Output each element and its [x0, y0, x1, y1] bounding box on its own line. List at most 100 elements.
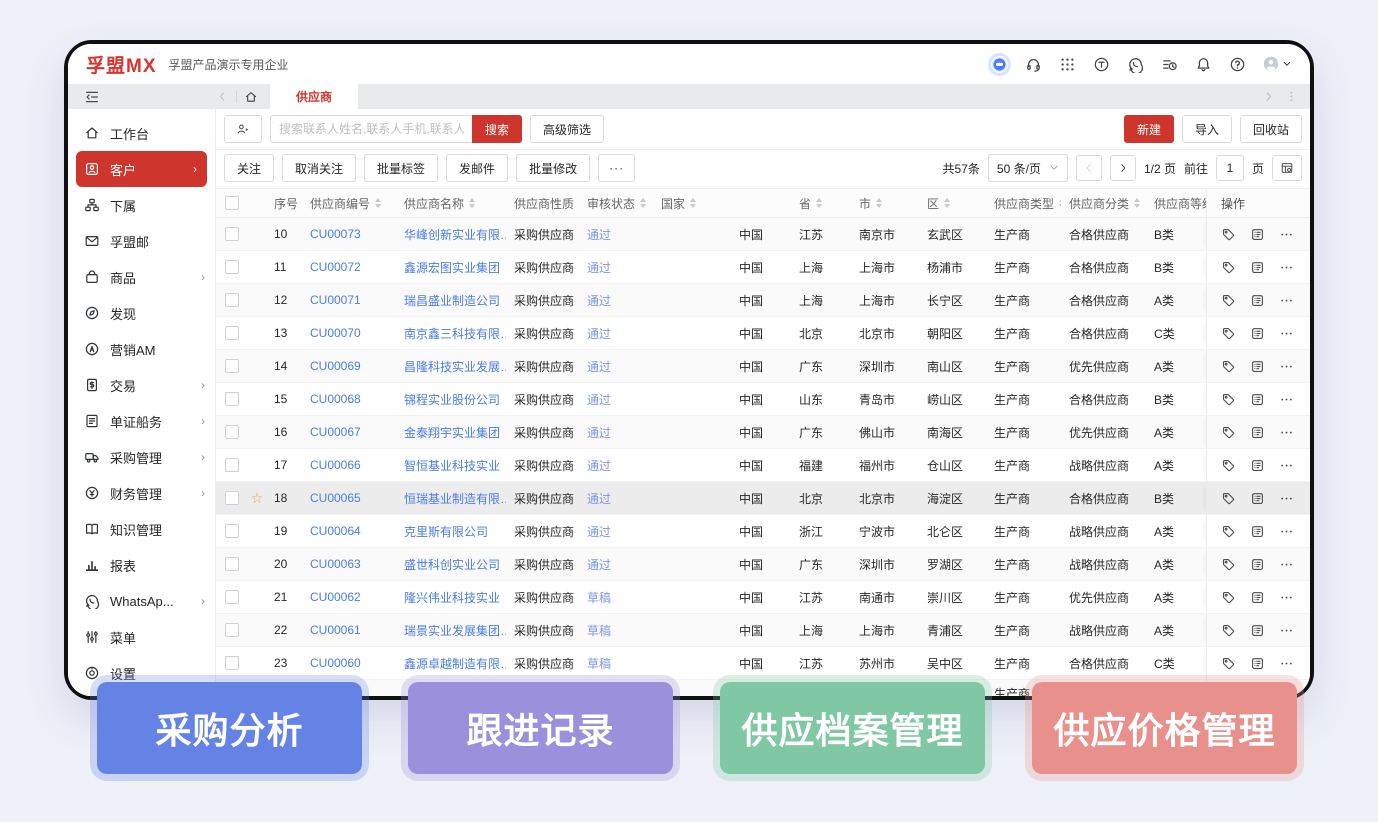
- sidebar-item-单证船务[interactable]: 单证船务›: [68, 403, 215, 439]
- cell-name[interactable]: 智恒基业科技实业: [396, 449, 506, 481]
- next-page-button[interactable]: [1110, 155, 1136, 181]
- column-header-供应商类型[interactable]: 供应商类型: [986, 189, 1061, 217]
- sidebar-item-工作台[interactable]: 工作台: [68, 115, 215, 151]
- table-row[interactable]: 13CU00070南京鑫三科技有限…采购供应商通过中国北京北京市朝阳区生产商合格…: [216, 317, 1310, 350]
- goto-page-input[interactable]: [1216, 155, 1244, 181]
- followup-note-icon[interactable]: [1250, 392, 1265, 407]
- table-row[interactable]: 15CU00068锦程实业股份公司采购供应商通过中国山东青岛市崂山区生产商合格供…: [216, 383, 1310, 416]
- cell-code[interactable]: CU00067: [302, 416, 396, 448]
- recycle-bin-button[interactable]: 回收站: [1240, 115, 1302, 143]
- cell-name[interactable]: 盛世科创实业公司: [396, 548, 506, 580]
- cell-code[interactable]: CU00062: [302, 581, 396, 613]
- cell-name[interactable]: 鑫源宏图实业集团: [396, 251, 506, 283]
- cell-name[interactable]: 瑞景实业发展集团…: [396, 614, 506, 646]
- prev-page-button[interactable]: [1076, 155, 1102, 181]
- cell-name[interactable]: 锦程实业股份公司: [396, 383, 506, 415]
- tag-icon[interactable]: [1221, 491, 1236, 506]
- row-more-icon[interactable]: [1279, 557, 1294, 572]
- cell-name[interactable]: 克里斯有限公司: [396, 515, 506, 547]
- tag-icon[interactable]: [1221, 359, 1236, 374]
- row-checkbox[interactable]: [225, 656, 239, 670]
- bulk-action-批量修改[interactable]: 批量修改: [516, 154, 590, 182]
- followup-note-icon[interactable]: [1250, 524, 1265, 539]
- column-header-区[interactable]: 区: [919, 189, 986, 217]
- cell-name[interactable]: 鑫源卓越制造有限…: [396, 647, 506, 679]
- row-checkbox[interactable]: [225, 359, 239, 373]
- sidebar-item-营销AM[interactable]: 营销AM: [68, 331, 215, 367]
- row-checkbox[interactable]: [225, 623, 239, 637]
- sidebar-item-下属[interactable]: 下属: [68, 187, 215, 223]
- cell-code[interactable]: CU00064: [302, 515, 396, 547]
- row-more-icon[interactable]: [1279, 359, 1294, 374]
- sort-icon[interactable]: [640, 198, 646, 208]
- followup-note-icon[interactable]: [1250, 359, 1265, 374]
- help-icon[interactable]: [1229, 56, 1246, 73]
- sidebar-item-采购管理[interactable]: 采购管理›: [68, 439, 215, 475]
- cell-code[interactable]: CU00061: [302, 614, 396, 646]
- sort-icon[interactable]: [876, 198, 882, 208]
- column-header-供应商性质[interactable]: 供应商性质: [506, 189, 579, 217]
- checkbox[interactable]: [225, 196, 239, 210]
- row-more-icon[interactable]: [1279, 260, 1294, 275]
- sort-icon[interactable]: [690, 198, 696, 208]
- tab-forward-icon[interactable]: [1262, 90, 1275, 103]
- row-more-icon[interactable]: [1279, 326, 1294, 341]
- row-more-icon[interactable]: [1279, 590, 1294, 605]
- headset-icon[interactable]: [1025, 56, 1042, 73]
- bulk-action-批量标签[interactable]: 批量标签: [364, 154, 438, 182]
- cell-code[interactable]: CU00063: [302, 548, 396, 580]
- sidebar-item-菜单[interactable]: 菜单: [68, 619, 215, 655]
- tag-icon[interactable]: [1221, 425, 1236, 440]
- row-checkbox[interactable]: [225, 293, 239, 307]
- tag-icon[interactable]: [1221, 326, 1236, 341]
- row-more-icon[interactable]: [1279, 491, 1294, 506]
- row-checkbox[interactable]: [225, 227, 239, 241]
- table-row[interactable]: 10CU00073华峰创新实业有限…采购供应商通过中国江苏南京市玄武区生产商合格…: [216, 218, 1310, 251]
- column-header-供应商编号[interactable]: 供应商编号: [302, 189, 396, 217]
- bulk-action-发邮件[interactable]: 发邮件: [446, 154, 508, 182]
- table-row[interactable]: 23CU00060鑫源卓越制造有限…采购供应商草稿中国江苏苏州市吴中区生产商合格…: [216, 647, 1310, 680]
- tag-icon[interactable]: [1221, 590, 1236, 605]
- tab-back-icon[interactable]: [216, 90, 229, 103]
- cell-code[interactable]: CU00068: [302, 383, 396, 415]
- tag-icon[interactable]: [1221, 656, 1236, 671]
- cell-code[interactable]: CU00060: [302, 647, 396, 679]
- followup-note-icon[interactable]: [1250, 293, 1265, 308]
- apps-grid-icon[interactable]: [1059, 56, 1076, 73]
- tag-icon[interactable]: [1221, 260, 1236, 275]
- cell-name[interactable]: 南京鑫三科技有限…: [396, 317, 506, 349]
- table-row[interactable]: 19CU00064克里斯有限公司采购供应商通过中国浙江宁波市北仑区生产商战略供应…: [216, 515, 1310, 548]
- search-input[interactable]: [270, 115, 472, 143]
- column-header-国家[interactable]: 国家: [653, 189, 791, 217]
- column-header-供应商名称[interactable]: 供应商名称: [396, 189, 506, 217]
- table-row[interactable]: 14CU00069昌隆科技实业发展…采购供应商通过中国广东深圳市南山区生产商优先…: [216, 350, 1310, 383]
- table-row[interactable]: 17CU00066智恒基业科技实业采购供应商通过中国福建福州市仓山区生产商战略供…: [216, 449, 1310, 482]
- cell-name[interactable]: 金泰翔宇实业集团: [396, 416, 506, 448]
- more-actions-button[interactable]: ···: [598, 154, 635, 182]
- sidebar-item-知识管理[interactable]: 知识管理: [68, 511, 215, 547]
- row-checkbox[interactable]: [225, 524, 239, 538]
- followup-note-icon[interactable]: [1250, 260, 1265, 275]
- sidebar-item-财务管理[interactable]: 财务管理›: [68, 475, 215, 511]
- collapse-sidebar-icon[interactable]: [84, 89, 100, 105]
- followup-note-icon[interactable]: [1250, 491, 1265, 506]
- row-checkbox[interactable]: [225, 392, 239, 406]
- search-button[interactable]: 搜索: [472, 115, 522, 143]
- row-checkbox[interactable]: [225, 260, 239, 274]
- table-row[interactable]: ☆18CU00065恒瑞基业制造有限…采购供应商通过中国北京北京市海淀区生产商合…: [216, 482, 1310, 515]
- column-header-市[interactable]: 市: [851, 189, 919, 217]
- sidebar-item-交易[interactable]: 交易›: [68, 367, 215, 403]
- tag-icon[interactable]: [1221, 392, 1236, 407]
- row-more-icon[interactable]: [1279, 293, 1294, 308]
- row-more-icon[interactable]: [1279, 425, 1294, 440]
- row-more-icon[interactable]: [1279, 524, 1294, 539]
- new-button[interactable]: 新建: [1124, 115, 1174, 143]
- star-icon[interactable]: ☆: [251, 491, 264, 505]
- sidebar-item-孚盟邮[interactable]: 孚盟邮: [68, 223, 215, 259]
- row-checkbox[interactable]: [225, 425, 239, 439]
- contact-filter-button[interactable]: [224, 115, 262, 143]
- column-header-审核状态[interactable]: 审核状态: [579, 189, 653, 217]
- sort-icon[interactable]: [944, 198, 950, 208]
- followup-note-icon[interactable]: [1250, 623, 1265, 638]
- row-checkbox[interactable]: [225, 458, 239, 472]
